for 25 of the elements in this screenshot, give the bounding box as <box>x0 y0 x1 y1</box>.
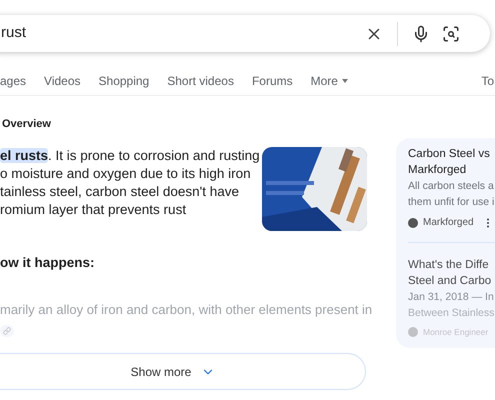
site-name[interactable]: Markforged <box>423 215 474 230</box>
subheading: ow it happens: <box>0 254 96 272</box>
source-title[interactable]: Steel and Carbo <box>408 273 495 289</box>
overview-text-line: el rusts. It is prone to corrosion and rusting <box>0 146 260 164</box>
search-field[interactable]: rust <box>1 22 365 45</box>
tools-tab[interactable]: To <box>481 72 494 90</box>
faded-text: marily an alloy of iron and carbon, with other elements present in <box>0 300 370 319</box>
source-snippet: All carbon steels a <box>408 179 495 194</box>
source-title[interactable]: Carbon Steel vs <box>408 146 495 162</box>
overview-text-line: tainless steel, carbon steel doesn't have <box>0 182 240 200</box>
tab[interactable]: Short videos <box>167 72 234 90</box>
source-title[interactable]: What's the Diffe <box>408 257 495 273</box>
source-snippet: Between Stainless <box>408 306 495 321</box>
source-snippet: Jan 31, 2018 — In <box>408 290 495 305</box>
source-snippet: them unfit for use i <box>408 195 495 210</box>
tab[interactable]: Shopping <box>98 72 150 90</box>
section-title: Overview <box>2 117 52 132</box>
tab[interactable]: Forums <box>252 72 293 90</box>
tab[interactable]: More <box>310 72 348 90</box>
overview-text-line: romium layer that prevents rust <box>0 200 188 218</box>
overview-text-line: o moisture and oxygen due to its high iron <box>0 164 252 182</box>
source-title[interactable]: Markforged <box>408 162 495 178</box>
show-more-button[interactable]: Show more <box>0 353 366 390</box>
tab[interactable]: Videos <box>44 72 81 90</box>
tab[interactable]: ages <box>0 72 26 90</box>
